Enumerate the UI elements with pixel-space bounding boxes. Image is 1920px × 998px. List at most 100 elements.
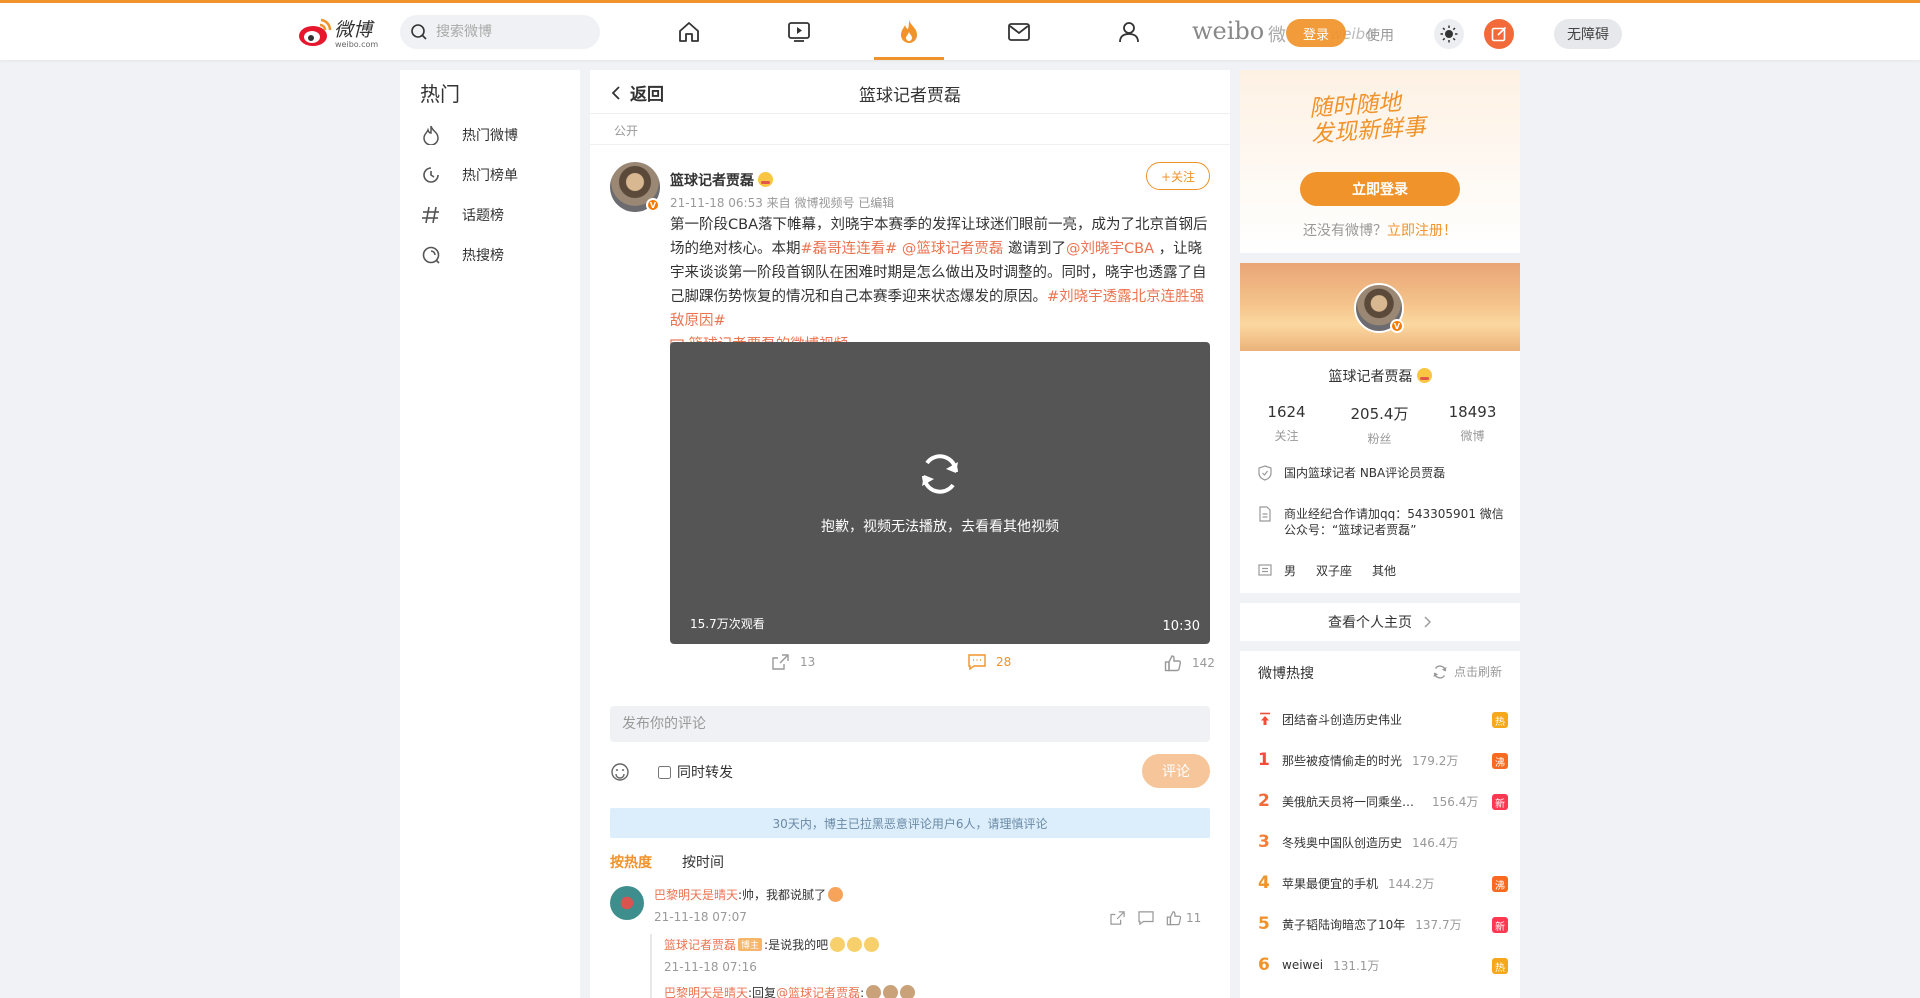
- thumbs-up-icon: [1166, 911, 1182, 926]
- profile-card: V 篮球记者贾磊 1624 关注 205.4万 粉丝 18493 微博 国内篮球记者 …: [1240, 263, 1520, 593]
- weibo-logo[interactable]: 微博 weibo.com: [298, 14, 388, 50]
- theme-toggle-button[interactable]: [1434, 19, 1464, 49]
- commenter-name[interactable]: 巴黎明天是晴天: [654, 888, 738, 902]
- nav-video-icon[interactable]: [784, 17, 814, 47]
- compose-button[interactable]: [1484, 19, 1514, 49]
- search-input[interactable]: [436, 24, 586, 40]
- login-card: 随时随地 发现新鲜事 立即登录 还没有微博？立即注册！: [1240, 70, 1520, 253]
- video-player[interactable]: 抱歉，视频无法播放，去看看其他视频 15.7万次观看 10:30: [670, 342, 1210, 644]
- hot-search-rank: 1: [1258, 750, 1270, 770]
- hot-search-badge: 新: [1492, 794, 1508, 810]
- login-now-button[interactable]: 立即登录: [1300, 172, 1460, 206]
- sidebar-item-hot-list[interactable]: 热门榜单: [420, 160, 570, 190]
- hot-search-title-text: 冬残奥中国队创造历史: [1282, 835, 1403, 850]
- hot-search-rank: 5: [1258, 914, 1270, 934]
- hot-search-rank: 3: [1258, 832, 1270, 852]
- hot-search-title-text: 美俄航天员将一同乘坐联盟号: [1282, 794, 1422, 809]
- hot-search-title: 微博热搜: [1258, 666, 1314, 682]
- author-name[interactable]: 篮球记者贾磊: [670, 170, 773, 190]
- emoji-picker-icon[interactable]: [610, 762, 630, 782]
- profile-name[interactable]: 篮球记者贾磊: [1240, 366, 1520, 386]
- top-login-button[interactable]: 登录: [1286, 19, 1346, 47]
- sidebar-item-topics[interactable]: 话题榜: [420, 200, 570, 230]
- submit-comment-button[interactable]: 评论: [1142, 754, 1210, 788]
- stat-following[interactable]: 1624 关注: [1240, 403, 1333, 444]
- emoji-icon: [883, 985, 899, 998]
- stat-followers[interactable]: 205.4万 粉丝: [1333, 403, 1426, 447]
- nav-home-icon[interactable]: [674, 17, 704, 47]
- hot-search-rank: 6: [1258, 955, 1270, 975]
- hot-search-title-text: 黄子韬陆询暗恋了10年: [1282, 917, 1406, 932]
- accessibility-button[interactable]: 无障碍: [1554, 19, 1622, 49]
- search-box[interactable]: [400, 15, 600, 49]
- nav-message-icon[interactable]: [1004, 17, 1034, 47]
- svg-text:weibo.com: weibo.com: [335, 40, 378, 49]
- comment-sort-tabs: 按热度 按时间: [610, 852, 754, 872]
- reply-user-name[interactable]: 篮球记者贾磊: [664, 938, 736, 952]
- hot-search-item[interactable]: 4 苹果最便宜的手机 144.2万 沸: [1258, 873, 1508, 893]
- sidebar-title: 热门: [420, 82, 460, 106]
- chevron-right-icon: [1422, 616, 1432, 628]
- hot-search-count: 144.2万: [1388, 876, 1435, 891]
- hot-search-count: 137.7万: [1415, 917, 1462, 932]
- commenter-avatar[interactable]: [610, 886, 644, 920]
- hot-search-count: 131.1万: [1333, 958, 1380, 973]
- stat-posts[interactable]: 18493 微博: [1426, 403, 1519, 444]
- hot-search-item[interactable]: 2 美俄航天员将一同乘坐联盟号 156.4万新: [1258, 791, 1508, 811]
- search-circle-icon: [420, 244, 442, 266]
- divider: [590, 144, 1230, 145]
- repost-checkbox-input[interactable]: [658, 765, 671, 779]
- comment-like-button[interactable]: 11: [1166, 910, 1201, 926]
- emoji-icon: [1416, 368, 1432, 383]
- hot-search-item[interactable]: 5 黄子韬陆询暗恋了10年 137.7万 新: [1258, 914, 1508, 934]
- hot-search-item[interactable]: 团结奋斗创造历史伟业 热: [1258, 709, 1508, 729]
- hot-search-rank: 2: [1258, 791, 1270, 811]
- follow-button[interactable]: +关注: [1146, 162, 1210, 190]
- sidebar-item-hot-search[interactable]: 热搜榜: [420, 240, 570, 270]
- profile-business: 商业经纪合作请加qq：543305901 微信公众号：“篮球记者贾磊”: [1258, 506, 1508, 538]
- share-icon[interactable]: [1110, 911, 1126, 925]
- comment-text: 巴黎明天是晴天:帅，我都说腻了: [654, 886, 844, 903]
- mention-link[interactable]: @篮球记者贾磊: [776, 986, 860, 998]
- comment-input[interactable]: [622, 716, 1182, 732]
- profile-description: 国内篮球记者 NBA评论员贾磊: [1258, 465, 1445, 481]
- refresh-button[interactable]: 点击刷新: [1432, 663, 1502, 680]
- hot-search-title-text: 团结奋斗创造历史伟业: [1282, 712, 1403, 727]
- top-bar: 微博 weibo.com weibo 微 weibo 使用 登录 无障碍: [0, 0, 1920, 60]
- comment-icon: [968, 654, 996, 670]
- emoji-icon: [847, 937, 863, 952]
- register-link[interactable]: 立即注册！: [1387, 223, 1457, 239]
- mention-link[interactable]: @刘晓宇CBA: [1066, 241, 1154, 257]
- view-profile-link[interactable]: 查看个人主页: [1240, 603, 1520, 641]
- like-button[interactable]: 142: [1164, 654, 1215, 672]
- hot-search-title-text: 苹果最便宜的手机: [1282, 876, 1379, 891]
- video-view-count: 15.7万次观看: [690, 617, 765, 631]
- document-icon: [1258, 506, 1274, 538]
- page-title: 篮球记者贾磊: [859, 86, 961, 106]
- back-button[interactable]: 返回: [608, 80, 664, 105]
- comment-icon[interactable]: [1138, 911, 1154, 925]
- sort-by-hot-tab[interactable]: 按热度: [610, 852, 652, 872]
- sort-by-time-tab[interactable]: 按时间: [682, 852, 724, 872]
- repost-button[interactable]: 13: [772, 654, 815, 670]
- sidebar-item-hot-weibo[interactable]: 热门微博: [420, 120, 570, 150]
- mention-link[interactable]: @篮球记者贾磊: [897, 241, 1004, 257]
- hot-search-item[interactable]: 3 冬残奥中国队创造历史 146.4万: [1258, 832, 1508, 852]
- nav-profile-icon[interactable]: [1114, 17, 1144, 47]
- comment-input-box[interactable]: [610, 706, 1210, 742]
- post-header: 篮球记者贾磊 返回: [590, 70, 1230, 114]
- topic-link[interactable]: #磊哥连连看#: [801, 241, 898, 257]
- nav-active-indicator: [874, 57, 944, 60]
- reply-user-name[interactable]: 巴黎明天是晴天: [664, 986, 748, 998]
- hot-search-title-text: 那些被疫情偷走的时光: [1282, 753, 1403, 768]
- comment-button[interactable]: 28: [968, 654, 1011, 670]
- hot-search-item[interactable]: 1 那些被疫情偷走的时光 179.2万 沸: [1258, 750, 1508, 770]
- comment-time: 21-11-18 07:07: [654, 910, 747, 924]
- pin-top-icon: [1260, 712, 1270, 725]
- verified-badge: V: [1390, 319, 1404, 333]
- hot-search-item[interactable]: 6 weiwei 131.1万 热: [1258, 955, 1508, 975]
- nav-hot-icon[interactable]: [894, 17, 924, 47]
- post-text: 第一阶段CBA落下帷幕，刘晓宇本赛季的发挥让球迷们眼前一亮，成为了北京首钢后场的…: [670, 213, 1214, 357]
- emoji-icon: [866, 985, 882, 998]
- repost-checkbox[interactable]: 同时转发: [658, 762, 733, 782]
